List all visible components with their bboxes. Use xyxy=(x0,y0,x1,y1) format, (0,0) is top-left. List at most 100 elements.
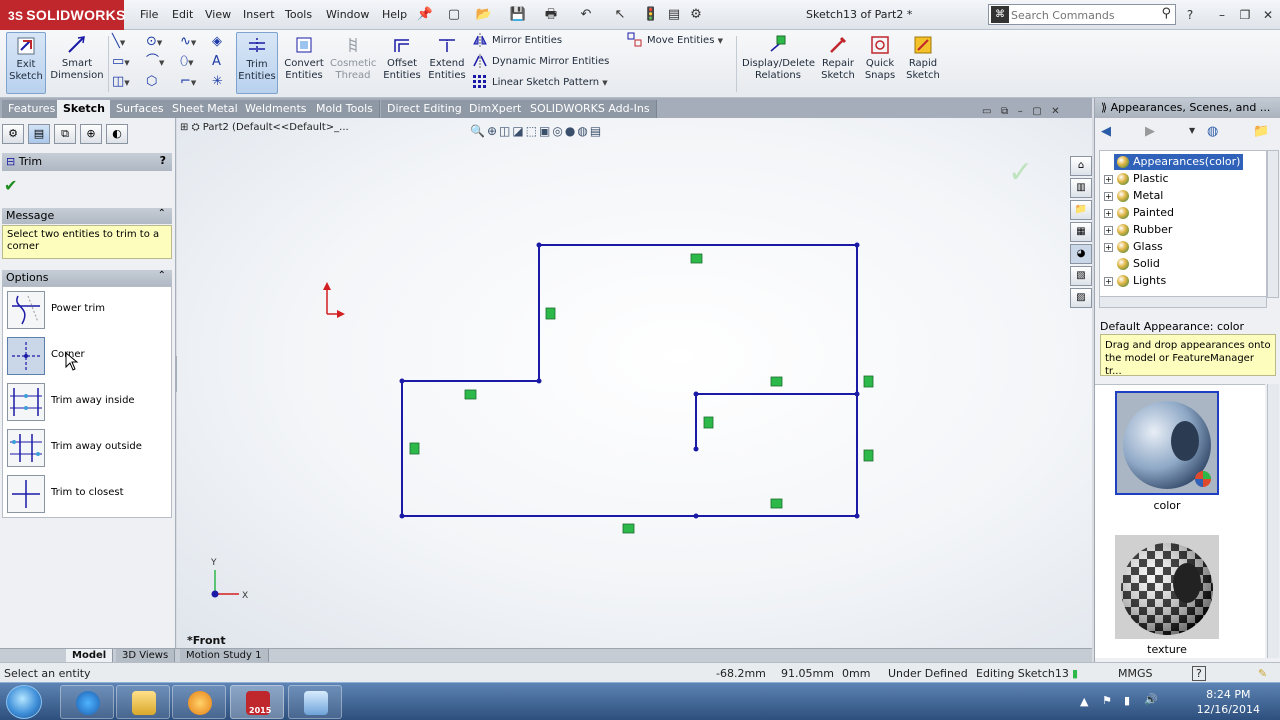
rebuild-icon[interactable]: 🚦 xyxy=(641,5,661,25)
undo-icon[interactable]: ↶ xyxy=(576,5,596,25)
tree-item-metal[interactable]: + Metal xyxy=(1104,188,1163,204)
featuremanager-tab-icon[interactable]: ⚙ xyxy=(2,124,24,144)
collapse-icon[interactable]: ⌃ xyxy=(158,270,166,281)
dimxpert-manager-tab-icon[interactable]: ⊕ xyxy=(80,124,102,144)
tab-sheet-metal[interactable]: Sheet Metal xyxy=(166,100,245,118)
viewport-minimize-icon[interactable]: – xyxy=(1018,106,1023,117)
circle-icon[interactable]: ⊙▼ xyxy=(146,32,176,52)
viewport-restore-icon[interactable]: ▭ xyxy=(982,106,991,117)
tree-vertical-scrollbar[interactable] xyxy=(1267,150,1279,298)
tray-flag-icon[interactable]: ⚑ xyxy=(1102,694,1112,707)
close-icon[interactable]: ✕ xyxy=(1259,6,1277,24)
graphics-area[interactable]: Y X xyxy=(177,118,1092,648)
taskbar-internet-explorer[interactable] xyxy=(60,685,114,719)
print-icon[interactable]: 🖶 xyxy=(541,5,561,25)
zoom-to-fit-icon[interactable]: 🔍 xyxy=(470,124,487,138)
tray-expand-icon[interactable]: ▲ xyxy=(1080,695,1088,708)
cosmetic-thread-button[interactable]: Cosmetic Thread xyxy=(330,32,376,94)
fillet-icon[interactable]: ⌐▼ xyxy=(180,72,210,92)
move-entities-button[interactable]: Move Entities ▼ xyxy=(627,31,723,51)
rectangle-icon[interactable]: ▭▼ xyxy=(112,52,142,72)
tab-direct-editing[interactable]: Direct Editing xyxy=(381,100,469,118)
select-arrow-icon[interactable]: ↖ xyxy=(610,5,630,25)
options-gear-icon[interactable]: ⚙ xyxy=(686,5,706,25)
tree-horizontal-scrollbar[interactable] xyxy=(1099,296,1267,308)
line-icon[interactable]: ╲▼ xyxy=(112,32,142,52)
tree-item-plastic[interactable]: + Plastic xyxy=(1104,171,1169,187)
heads-up-view-toolbar[interactable]: 🔍⊕◫◪⬚▣◎●◍▤ xyxy=(470,124,603,138)
view-settings-icon[interactable]: ▤ xyxy=(590,124,603,138)
sketch-profile[interactable] xyxy=(401,244,858,517)
expand-icon[interactable]: + xyxy=(1104,191,1113,201)
configurationmanager-tab-icon[interactable]: ⧉ xyxy=(54,124,76,144)
menu-view[interactable]: View xyxy=(205,8,231,21)
apply-scene-icon[interactable]: ◍ xyxy=(577,124,589,138)
offset-entities-button[interactable]: Offset Entities xyxy=(381,32,423,94)
view-orientation-icon[interactable]: ⬚ xyxy=(526,124,539,138)
collapse-icon[interactable]: ⌃ xyxy=(158,208,166,219)
menu-tools[interactable]: Tools xyxy=(285,8,312,21)
tab-weldments[interactable]: Weldments xyxy=(239,100,314,118)
tab-sketch[interactable]: Sketch xyxy=(57,100,113,118)
display-manager-tab-icon[interactable]: ◐ xyxy=(106,124,128,144)
tab-features[interactable]: Features xyxy=(2,100,63,118)
tab-surfaces[interactable]: Surfaces xyxy=(110,100,171,118)
dropdown-icon[interactable]: ▼ xyxy=(1189,126,1195,135)
featuremanager-flyout[interactable]: ⊞ ⛭ Part2 (Default<<Default>_... xyxy=(180,122,349,133)
previous-view-icon[interactable]: ◫ xyxy=(499,124,512,138)
pm-help-icon[interactable]: ? xyxy=(160,154,166,167)
ellipse-icon[interactable]: ⬯▼ xyxy=(180,52,210,72)
viewport-tile-icon[interactable]: ⧉ xyxy=(1001,106,1008,117)
spline-icon[interactable]: ∿▼ xyxy=(180,32,210,52)
confirmation-corner-check-icon[interactable]: ✓ xyxy=(1008,155,1033,190)
rapid-sketch-button[interactable]: Rapid Sketch xyxy=(903,32,943,94)
minimize-icon[interactable]: – xyxy=(1213,6,1231,24)
rebuild-status-icon[interactable]: ▮ xyxy=(1072,667,1078,680)
view-palette-icon[interactable]: ▦ xyxy=(1070,222,1092,242)
restore-icon[interactable]: ❐ xyxy=(1236,6,1254,24)
help-icon[interactable]: ? xyxy=(1181,6,1199,24)
save-icon[interactable]: 💾 xyxy=(508,5,528,25)
custom-properties-icon[interactable]: ▧ xyxy=(1070,266,1092,286)
linear-pattern-dropdown-icon[interactable]: ▼ xyxy=(602,79,607,87)
arc-icon[interactable]: ⌒▼ xyxy=(146,52,176,72)
linear-sketch-pattern-button[interactable]: Linear Sketch Pattern ▼ xyxy=(472,73,608,93)
move-entities-dropdown-icon[interactable]: ▼ xyxy=(718,37,723,45)
propertymanager-tab-icon[interactable]: ▤ xyxy=(28,124,50,144)
viewport-close-icon[interactable]: ✕ xyxy=(1051,106,1059,117)
taskbar-media-app[interactable] xyxy=(172,685,226,719)
tree-item-rubber[interactable]: + Rubber xyxy=(1104,222,1172,238)
tree-item-appearances-color[interactable]: Appearances(color) xyxy=(1114,154,1244,170)
expand-icon[interactable]: + xyxy=(1104,276,1113,286)
swatch-color[interactable] xyxy=(1115,391,1219,495)
status-help-icon[interactable]: ? xyxy=(1192,666,1206,681)
option-trim-away-inside[interactable]: Trim away inside xyxy=(5,381,171,423)
edit-appearance-icon[interactable]: ● xyxy=(565,124,577,138)
option-power-trim[interactable]: Power trim xyxy=(5,289,171,331)
appearances-tab-icon[interactable]: ◕ xyxy=(1070,244,1092,264)
slot-icon[interactable]: ◫▼ xyxy=(112,72,142,92)
pane-collapse-icon[interactable]: ⟫ xyxy=(1101,101,1107,114)
tab-dimxpert[interactable]: DimXpert xyxy=(463,100,529,118)
search-box[interactable]: ⌘ ⚲ xyxy=(988,4,1176,25)
section-view-icon[interactable]: ◪ xyxy=(512,124,525,138)
menu-window[interactable]: Window xyxy=(326,8,369,21)
quick-snaps-button[interactable]: Quick Snaps xyxy=(861,32,899,94)
sketch-canvas[interactable]: Y X xyxy=(177,118,1092,648)
hide-show-icon[interactable]: ◎ xyxy=(552,124,564,138)
expand-icon[interactable]: + xyxy=(1104,225,1113,235)
viewport-maximize-icon[interactable]: ▢ xyxy=(1032,106,1041,117)
menu-edit[interactable]: Edit xyxy=(172,8,193,21)
tab-mold-tools[interactable]: Mold Tools xyxy=(310,100,380,118)
convert-entities-button[interactable]: Convert Entities xyxy=(282,32,326,94)
notification-icon[interactable]: ✎ xyxy=(1258,667,1267,680)
open-folder-icon[interactable]: 📂 xyxy=(474,5,494,25)
dynamic-mirror-button[interactable]: Dynamic Mirror Entities xyxy=(472,52,609,72)
menu-file[interactable]: File xyxy=(140,8,158,21)
tray-network-icon[interactable]: ▮ xyxy=(1124,694,1130,707)
swatch-scrollbar[interactable] xyxy=(1267,384,1279,658)
tab-solidworks-addins[interactable]: SOLIDWORKS Add-Ins xyxy=(524,100,657,118)
tree-item-solid[interactable]: Solid xyxy=(1117,256,1160,272)
repair-sketch-button[interactable]: Repair Sketch xyxy=(819,32,857,94)
taskbar-window-app[interactable] xyxy=(288,685,342,719)
